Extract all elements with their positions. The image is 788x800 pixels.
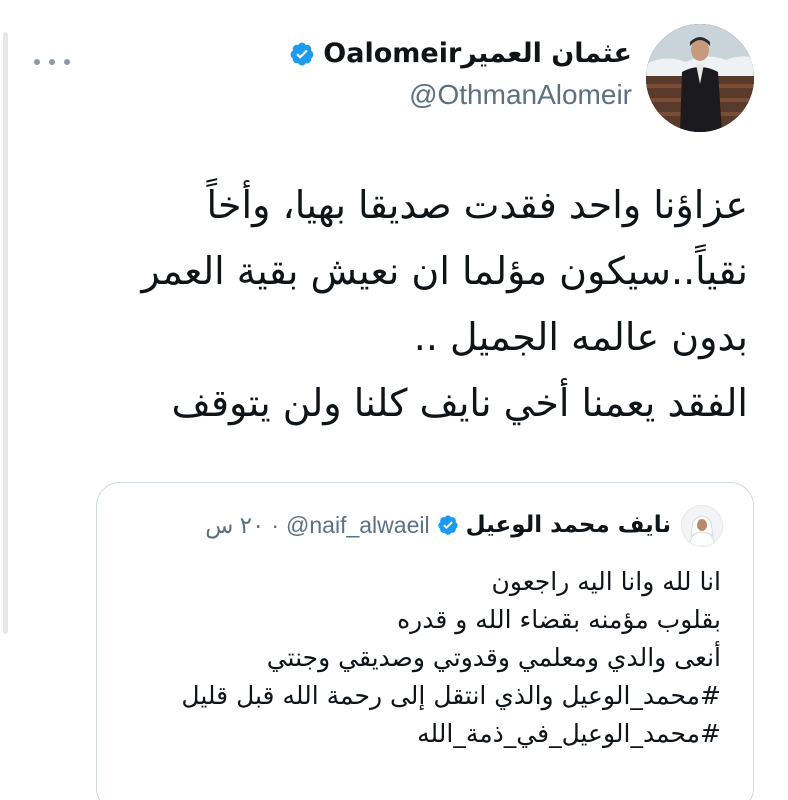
author-header: عثمان العميرOalomeir @OthmanAlomeir (289, 36, 632, 114)
quoted-avatar-photo (682, 506, 722, 546)
more-dot (49, 59, 55, 65)
quoted-tweet-header: نايف محمد الوعيل @naif_alwaeil · ٢٠ س (205, 505, 671, 545)
more-dot (34, 59, 40, 65)
scrollbar[interactable] (3, 32, 8, 634)
quoted-hashtag-line[interactable]: #محمد_الوعيل_في_ذمة_الله (121, 715, 721, 753)
author-name-line[interactable]: عثمان العميرOalomeir (289, 36, 632, 72)
tweet-detail-screen: عثمان العميرOalomeir @OthmanAlomeir عزاؤ… (0, 0, 788, 800)
quoted-text-line: أنعى والدي ومعلمي وقدوتي وصديقي وجنتي (266, 643, 721, 672)
tweet-text-line: الفقد يعمنا أخي نايف كلنا ولن يتوقف (171, 381, 748, 425)
quoted-tweet-card[interactable]: نايف محمد الوعيل @naif_alwaeil · ٢٠ س ان… (96, 482, 754, 800)
author-name[interactable]: عثمان العميرOalomeir (323, 36, 632, 72)
verified-badge-icon (437, 515, 458, 535)
quoted-author-handle[interactable]: @naif_alwaeil (286, 512, 430, 539)
separator-dot: · (271, 511, 280, 538)
tweet-text-line: عزاؤنا واحد فقدت صديقا بهيا، وأخاً (206, 183, 748, 227)
tweet-text-line: بدون عالمه الجميل .. (413, 315, 748, 359)
quoted-tweet-text: انا لله وانا اليه راجعون بقلوب مؤمنه بقض… (121, 563, 721, 753)
tweet-text: عزاؤنا واحد فقدت صديقا بهيا، وأخاً نقياً… (48, 172, 748, 436)
more-dot (64, 59, 70, 65)
verified-badge-icon (290, 42, 314, 66)
avatar-photo (646, 24, 754, 132)
quoted-hashtag-line[interactable]: #محمد_الوعيل والذي انتقل إلى رحمة الله ق… (121, 677, 721, 715)
quoted-tweet-time[interactable]: ٢٠ س (205, 512, 264, 539)
quoted-text-line: بقلوب مؤمنه بقضاء الله و قدره (397, 605, 721, 634)
author-avatar[interactable] (646, 24, 754, 132)
quoted-author-name[interactable]: نايف محمد الوعيل (466, 512, 671, 538)
author-handle[interactable]: @OthmanAlomeir (289, 76, 632, 114)
more-options-button[interactable] (34, 52, 70, 72)
tweet-text-line: نقياً..سيكون مؤلما ان نعيش بقية العمر (141, 249, 748, 293)
quoted-author-avatar[interactable] (681, 505, 723, 547)
quoted-text-line: انا لله وانا اليه راجعون (491, 567, 721, 596)
